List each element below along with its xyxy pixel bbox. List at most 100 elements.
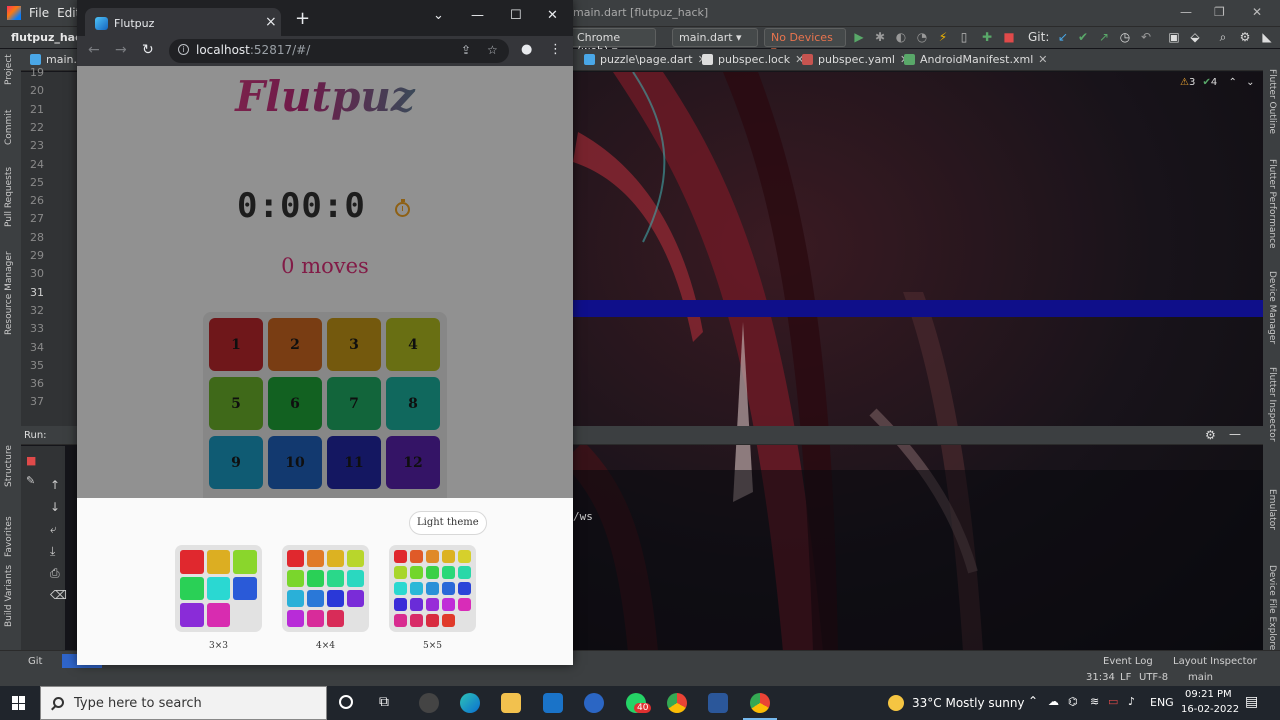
chrome-active-icon[interactable] xyxy=(750,693,770,713)
inspection-widget[interactable]: ⚠3 ✔4 ⌃ ⌄ xyxy=(1180,77,1254,88)
tool-flutter-performance[interactable]: Flutter Performance xyxy=(1267,159,1277,249)
task-view-icon[interactable]: ⧉ xyxy=(379,694,389,710)
git-branch[interactable]: main xyxy=(1188,672,1213,683)
run-stop-icon[interactable]: ■ xyxy=(26,454,36,467)
tool-project[interactable]: Project xyxy=(4,54,14,85)
run-hide-icon[interactable]: — xyxy=(1229,427,1241,441)
tool-favorites[interactable]: Favorites xyxy=(4,516,14,557)
board-size-option-3x3[interactable] xyxy=(175,545,262,632)
site-info-icon[interactable]: i xyxy=(178,44,189,55)
chrome-icon[interactable] xyxy=(667,693,687,713)
reload-icon[interactable]: ↻ xyxy=(142,42,154,58)
tool-device-manager[interactable]: Device Manager xyxy=(1267,271,1277,344)
bookmark-star-icon[interactable]: ☆ xyxy=(487,43,498,57)
git-commit-icon[interactable]: ✔ xyxy=(1076,30,1090,44)
chevron-up-icon[interactable]: ⌃ xyxy=(1228,77,1236,88)
settings-gear-icon[interactable]: ⚙ xyxy=(1238,30,1252,44)
close-window-icon[interactable]: ✕ xyxy=(547,8,558,23)
attach-icon[interactable]: ▯ xyxy=(957,30,971,44)
tab-puzzle-page[interactable]: puzzle\page.dart ✕ xyxy=(584,53,707,66)
cortana-icon[interactable] xyxy=(339,695,353,709)
edge-icon[interactable] xyxy=(460,693,480,713)
close-tab-icon[interactable]: × xyxy=(265,14,277,30)
tab-android-manifest[interactable]: AndroidManifest.xml ✕ xyxy=(904,53,1047,66)
scroll-down-icon[interactable]: ↓ xyxy=(50,500,60,514)
tool-commit[interactable]: Commit xyxy=(4,110,14,145)
coverage-icon[interactable]: ◐ xyxy=(894,30,908,44)
dell-icon[interactable] xyxy=(419,693,439,713)
light-theme-button[interactable]: Light theme xyxy=(409,511,487,535)
device-manager-icon[interactable]: ▣ xyxy=(1167,30,1181,44)
run-config-select[interactable]: main.dart ▾ xyxy=(672,28,758,47)
run-settings-gear-icon[interactable]: ⚙ xyxy=(1205,428,1216,442)
sdk-manager-icon[interactable]: ⬙ xyxy=(1188,30,1202,44)
flutter-logo-icon[interactable]: ◣ xyxy=(1260,30,1274,44)
wifi-icon[interactable]: ≋ xyxy=(1090,695,1099,708)
tool-emulator[interactable]: Emulator xyxy=(1267,489,1277,530)
word-icon[interactable] xyxy=(708,693,728,713)
windows-start-icon[interactable] xyxy=(12,696,26,710)
line-separator[interactable]: LF xyxy=(1120,672,1131,683)
git-push-icon[interactable]: ↗ xyxy=(1097,30,1111,44)
ide-close-icon[interactable]: ✕ xyxy=(1252,5,1262,19)
event-log[interactable]: Event Log xyxy=(1103,656,1153,667)
modal-scrim[interactable] xyxy=(77,66,573,498)
weather-sun-icon[interactable] xyxy=(888,695,904,711)
profile-avatar-icon[interactable]: ● xyxy=(521,42,532,57)
forward-icon[interactable]: → xyxy=(115,42,127,58)
battery-icon[interactable]: ▭ xyxy=(1108,695,1118,708)
profile-icon[interactable]: ◔ xyxy=(915,30,929,44)
run-icon[interactable]: ▶ xyxy=(852,30,866,44)
tray-chevron-up-icon[interactable]: ⌃ xyxy=(1028,694,1038,708)
debug-icon[interactable]: ✱ xyxy=(873,30,887,44)
board-size-option-4x4[interactable] xyxy=(282,545,369,632)
app-icon[interactable] xyxy=(584,693,604,713)
hot-reload-icon[interactable]: ⚡ xyxy=(936,30,950,44)
taskbar-search[interactable]: Type here to search xyxy=(40,686,327,720)
git-tab[interactable]: Git xyxy=(28,656,42,667)
back-icon[interactable]: ← xyxy=(88,42,100,58)
devices-select[interactable]: No Devices ▾ xyxy=(764,28,846,57)
git-rollback-icon[interactable]: ↶ xyxy=(1139,30,1153,44)
tool-build-variants[interactable]: Build Variants xyxy=(4,565,14,627)
address-bar[interactable]: i localhost:52817/#/ ⇪ ☆ xyxy=(169,39,509,63)
trash-icon[interactable]: ⌫ xyxy=(50,588,67,602)
git-history-icon[interactable]: ◷ xyxy=(1118,30,1132,44)
git-update-icon[interactable]: ↙ xyxy=(1056,30,1070,44)
file-encoding[interactable]: UTF-8 xyxy=(1139,672,1168,683)
onedrive-icon[interactable]: ☁ xyxy=(1048,695,1059,708)
tool-pull-requests[interactable]: Pull Requests xyxy=(4,167,14,227)
search-everywhere-icon[interactable]: ⌕ xyxy=(1216,30,1230,44)
chrome-menu-icon[interactable]: ⋮ xyxy=(549,42,562,57)
clock-date[interactable]: 16-02-2022 xyxy=(1181,704,1239,715)
tool-resource-manager[interactable]: Resource Manager xyxy=(4,251,14,335)
device-target-select[interactable]: Chrome (web) ▾ xyxy=(570,28,656,57)
maximize-icon[interactable]: ☐ xyxy=(510,8,522,23)
close-icon[interactable]: ✕ xyxy=(1038,53,1047,66)
tool-structure[interactable]: Structure xyxy=(4,445,14,487)
hot-restart-icon[interactable]: ✚ xyxy=(980,30,994,44)
weather-text[interactable]: 33°C Mostly sunny xyxy=(912,696,1025,710)
tool-flutter-inspector[interactable]: Flutter Inspector xyxy=(1267,367,1277,442)
share-icon[interactable]: ⇪ xyxy=(461,43,471,57)
menu-file[interactable]: File xyxy=(29,6,49,20)
file-explorer-icon[interactable] xyxy=(501,693,521,713)
volume-icon[interactable]: ♪ xyxy=(1128,695,1135,708)
scroll-end-icon[interactable]: ⤓ xyxy=(50,544,55,559)
soft-wrap-icon[interactable]: ⤶ xyxy=(50,522,57,537)
layout-inspector[interactable]: Layout Inspector xyxy=(1173,656,1257,667)
stop-icon[interactable]: ■ xyxy=(1002,30,1016,44)
ide-restore-icon[interactable]: ❐ xyxy=(1214,5,1225,19)
mail-icon[interactable] xyxy=(543,693,563,713)
notifications-icon[interactable]: ▤ xyxy=(1245,694,1258,710)
print-icon[interactable]: ⎙ xyxy=(50,566,60,581)
language-indicator[interactable]: ENG xyxy=(1150,696,1174,709)
tool-device-file-explorer[interactable]: Device File Explorer xyxy=(1267,565,1277,654)
network-icon[interactable]: ⌬ xyxy=(1068,695,1078,708)
tab-search-icon[interactable]: ⌄ xyxy=(433,8,444,23)
tab-pubspec-yaml[interactable]: pubspec.yaml ✕ xyxy=(802,53,909,66)
pin-icon[interactable]: ✎ xyxy=(26,474,35,487)
chevron-down-icon[interactable]: ⌄ xyxy=(1246,77,1254,88)
cursor-position[interactable]: 31:34 xyxy=(1086,672,1115,683)
minimize-icon[interactable]: — xyxy=(471,8,484,23)
